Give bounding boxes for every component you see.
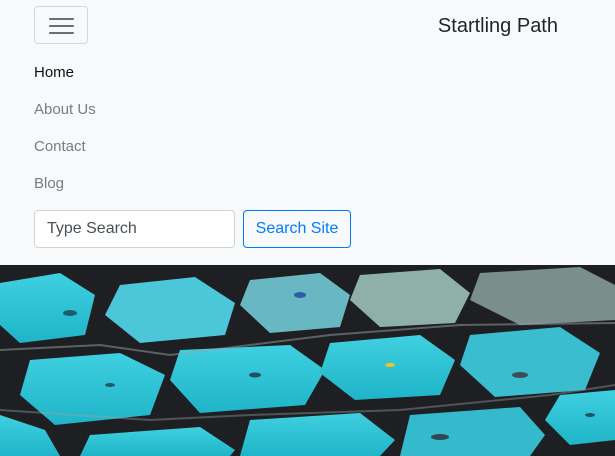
hero-image xyxy=(0,265,615,456)
search-input[interactable] xyxy=(34,210,235,248)
nav-item-contact: Contact xyxy=(34,128,96,165)
nav-item-blog: Blog xyxy=(34,165,96,202)
nav-link-blog[interactable]: Blog xyxy=(34,175,64,192)
nav-link-about-us[interactable]: About Us xyxy=(34,101,96,118)
navbar: Startling Path Home About Us Contact Blo… xyxy=(0,0,615,265)
navbar-brand[interactable]: Startling Path xyxy=(438,15,558,38)
search-site-button[interactable]: Search Site xyxy=(243,210,351,248)
nav-link-contact[interactable]: Contact xyxy=(34,138,86,155)
navbar-toggler-button[interactable] xyxy=(34,6,88,44)
nav-item-about-us: About Us xyxy=(34,91,96,128)
nav-item-home: Home xyxy=(34,54,96,91)
nav-menu: Home About Us Contact Blog xyxy=(34,54,96,202)
aquarium-ceiling-image xyxy=(0,265,615,456)
nav-link-home[interactable]: Home xyxy=(34,64,74,81)
